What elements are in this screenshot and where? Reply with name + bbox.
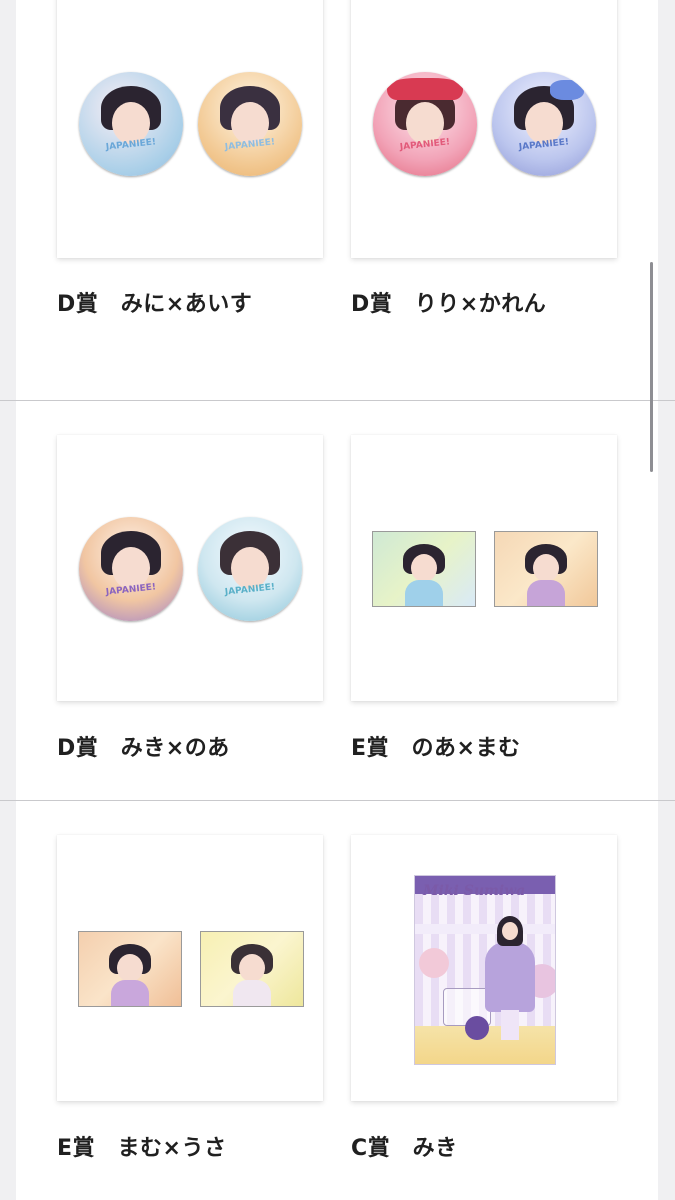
product-title[interactable]: E賞 まむ×うさ [57, 1130, 226, 1162]
row-divider [0, 400, 675, 401]
can-badge-image: JAPANIEE! [79, 517, 183, 621]
product-title[interactable]: D賞 りり×かれん [351, 286, 546, 318]
product-card-d-riri-karen[interactable]: JAPANIEE! JAPANIEE! [351, 0, 617, 258]
product-title[interactable]: C賞 みき [351, 1130, 458, 1162]
product-title[interactable]: D賞 みき×のあ [57, 730, 230, 762]
bromide-photo [200, 931, 304, 1007]
bromide-photo [494, 531, 598, 607]
product-card-c-miki[interactable]: Miki Sumiwa [351, 835, 617, 1101]
bromide-photo [372, 531, 476, 607]
bromide-photo [78, 931, 182, 1007]
product-card-e-mamu-usa[interactable] [57, 835, 323, 1101]
product-card-e-noa-mamu[interactable] [351, 435, 617, 701]
can-badge-image: JAPANIEE! [198, 517, 302, 621]
product-card-d-miki-noa[interactable]: JAPANIEE! JAPANIEE! [57, 435, 323, 701]
can-badge-image: JAPANIEE! [492, 72, 596, 176]
can-badge-image: JAPANIEE! [373, 72, 477, 176]
can-badge-image: JAPANIEE! [79, 72, 183, 176]
vertical-scrollbar[interactable] [650, 262, 653, 472]
can-badge-image: JAPANIEE! [198, 72, 302, 176]
row-divider [0, 800, 675, 801]
product-title[interactable]: D賞 みに×あいす [57, 286, 252, 318]
product-card-d-mini-aisu[interactable]: JAPANIEE! JAPANIEE! [57, 0, 323, 258]
acrylic-stand-image: Miki Sumiwa [414, 875, 556, 1065]
product-title[interactable]: E賞 のあ×まむ [351, 730, 520, 762]
